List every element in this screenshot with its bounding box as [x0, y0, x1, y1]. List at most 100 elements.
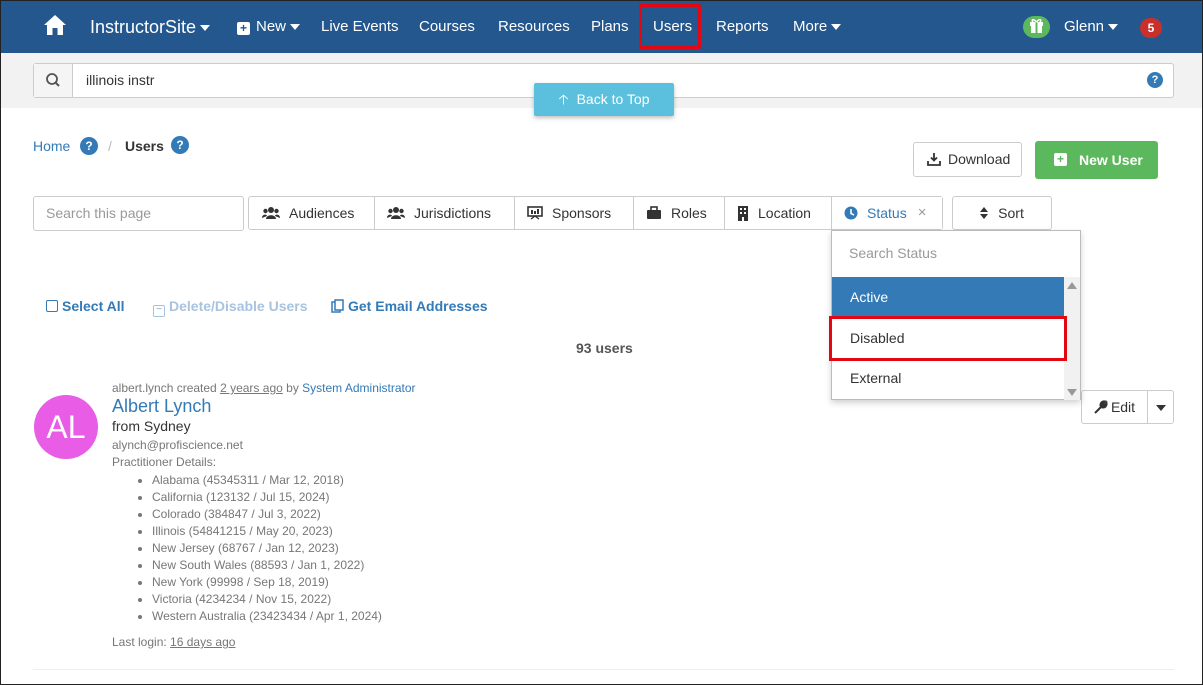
scroll-down-arrow-icon[interactable] — [1067, 389, 1077, 396]
status-search-input[interactable]: Search Status — [849, 245, 937, 261]
top-navbar: InstructorSite + New Live Events Courses … — [1, 1, 1202, 53]
user-count: 93 users — [576, 340, 633, 356]
filter-status[interactable]: Status × — [832, 197, 942, 229]
users-icon — [387, 206, 405, 220]
chevron-down-icon — [831, 24, 842, 31]
get-emails-label: Get Email Addresses — [348, 298, 488, 314]
gift-icon[interactable] — [1023, 16, 1050, 38]
user-created-meta: albert.lynch created 2 years ago by Syst… — [112, 381, 416, 395]
chevron-down-icon — [1108, 24, 1119, 31]
filter-audiences-label: Audiences — [289, 205, 355, 221]
list-item: Colorado (384847 / Jul 3, 2022) — [152, 506, 382, 523]
filter-location[interactable]: Location — [725, 197, 832, 229]
user-name-link[interactable]: Albert Lynch — [112, 396, 211, 417]
page-search-input[interactable]: Search this page — [33, 196, 244, 231]
new-label: New — [256, 18, 287, 35]
filter-jurisdictions[interactable]: Jurisdictions — [375, 197, 515, 229]
chevron-down-icon — [1156, 405, 1166, 411]
select-all-link[interactable]: Select All — [46, 298, 125, 314]
brand-label: InstructorSite — [90, 17, 197, 37]
search-icon[interactable] — [34, 64, 73, 97]
status-dropdown: Search Status Active Disabled External — [831, 230, 1081, 400]
edit-user-button[interactable]: Edit — [1081, 390, 1148, 424]
avatar[interactable]: AL — [34, 395, 98, 459]
building-icon — [737, 205, 749, 221]
copy-icon — [331, 299, 344, 313]
new-user-button[interactable]: + New User — [1035, 141, 1158, 179]
help-icon[interactable]: ? — [80, 137, 98, 155]
checkbox-icon — [46, 300, 58, 312]
get-emails-link[interactable]: Get Email Addresses — [331, 298, 488, 314]
list-item: Victoria (4234234 / Nov 15, 2022) — [152, 591, 382, 608]
created-ago-link[interactable]: 2 years ago — [220, 381, 283, 395]
nav-resources[interactable]: Resources — [498, 1, 570, 53]
breadcrumb-current: Users — [125, 138, 164, 154]
filter-sponsors[interactable]: Sponsors — [515, 197, 634, 229]
new-menu[interactable]: + New — [237, 1, 301, 53]
global-search-value: illinois instr — [86, 72, 155, 88]
nav-plans[interactable]: Plans — [591, 1, 629, 53]
list-item: New South Wales (88593 / Jan 1, 2022) — [152, 557, 382, 574]
back-to-top-label: Back to Top — [576, 91, 650, 107]
created-by-link[interactable]: System Administrator — [302, 381, 415, 395]
chevron-down-icon — [200, 25, 211, 32]
more-label: More — [793, 18, 828, 35]
filter-roles[interactable]: Roles — [634, 197, 725, 229]
sort-label: Sort — [998, 205, 1024, 221]
practitioner-details-list: Alabama (45345311 / Mar 12, 2018) Califo… — [138, 472, 382, 625]
close-icon[interactable]: × — [918, 197, 927, 229]
last-login-link[interactable]: 16 days ago — [170, 635, 235, 649]
edit-options-toggle[interactable] — [1147, 390, 1174, 424]
home-icon[interactable] — [43, 14, 67, 40]
breadcrumb-home[interactable]: Home — [33, 138, 70, 154]
created-prefix: albert.lynch created — [112, 381, 217, 395]
delete-disable-link[interactable]: − Delete/Disable Users — [153, 298, 308, 317]
arrow-up-icon: 🡡 — [558, 91, 569, 107]
list-item: Illinois (54841215 / May 20, 2023) — [152, 523, 382, 540]
new-user-label: New User — [1079, 152, 1143, 168]
download-label: Download — [948, 151, 1011, 167]
plus-icon: + — [1054, 153, 1067, 166]
last-login-label: Last login: — [112, 635, 167, 649]
chevron-down-icon — [290, 24, 301, 31]
more-menu[interactable]: More — [793, 1, 842, 53]
user-label: Glenn — [1064, 18, 1105, 35]
nav-live-events[interactable]: Live Events — [321, 1, 399, 53]
user-email: alynch@profiscience.net — [112, 438, 243, 452]
breadcrumb-separator: / — [108, 138, 112, 154]
filter-status-label: Status — [867, 205, 907, 221]
help-icon[interactable]: ? — [171, 136, 189, 154]
back-to-top-button[interactable]: 🡡 Back to Top — [534, 83, 674, 116]
status-option-external[interactable]: External — [832, 358, 1065, 398]
sort-button[interactable]: Sort — [952, 196, 1052, 230]
brand-menu[interactable]: InstructorSite — [90, 1, 211, 53]
nav-courses[interactable]: Courses — [419, 1, 475, 53]
clock-icon — [844, 206, 858, 220]
nav-reports[interactable]: Reports — [716, 1, 769, 53]
edit-label: Edit — [1110, 399, 1136, 415]
scroll-up-arrow-icon[interactable] — [1067, 282, 1077, 289]
list-item: Western Australia (23423434 / Apr 1, 202… — [152, 608, 382, 625]
minus-square-icon: − — [153, 305, 165, 317]
download-icon — [927, 152, 941, 166]
filter-location-label: Location — [758, 205, 811, 221]
presentation-icon — [527, 206, 543, 220]
filter-audiences[interactable]: Audiences — [249, 197, 375, 229]
select-all-label: Select All — [62, 298, 125, 314]
list-item: Alabama (45345311 / Mar 12, 2018) — [152, 472, 382, 489]
wrench-icon — [1094, 400, 1108, 414]
delete-disable-label: Delete/Disable Users — [169, 298, 308, 314]
disabled-highlight-box — [829, 316, 1067, 361]
list-item: New York (99998 / Sep 18, 2019) — [152, 574, 382, 591]
filter-group: Audiences Jurisdictions Sponsors Roles L… — [248, 196, 943, 230]
help-icon[interactable]: ? — [1147, 72, 1163, 88]
last-login: Last login: 16 days ago — [112, 635, 235, 649]
user-menu[interactable]: Glenn — [1064, 1, 1119, 53]
download-button[interactable]: Download — [913, 142, 1022, 177]
plus-icon: + — [237, 22, 250, 35]
status-option-active[interactable]: Active — [832, 277, 1065, 317]
created-by-word: by — [286, 381, 299, 395]
notification-badge[interactable]: 5 — [1140, 18, 1162, 38]
filter-jurisdictions-label: Jurisdictions — [414, 205, 492, 221]
briefcase-icon — [646, 206, 662, 220]
